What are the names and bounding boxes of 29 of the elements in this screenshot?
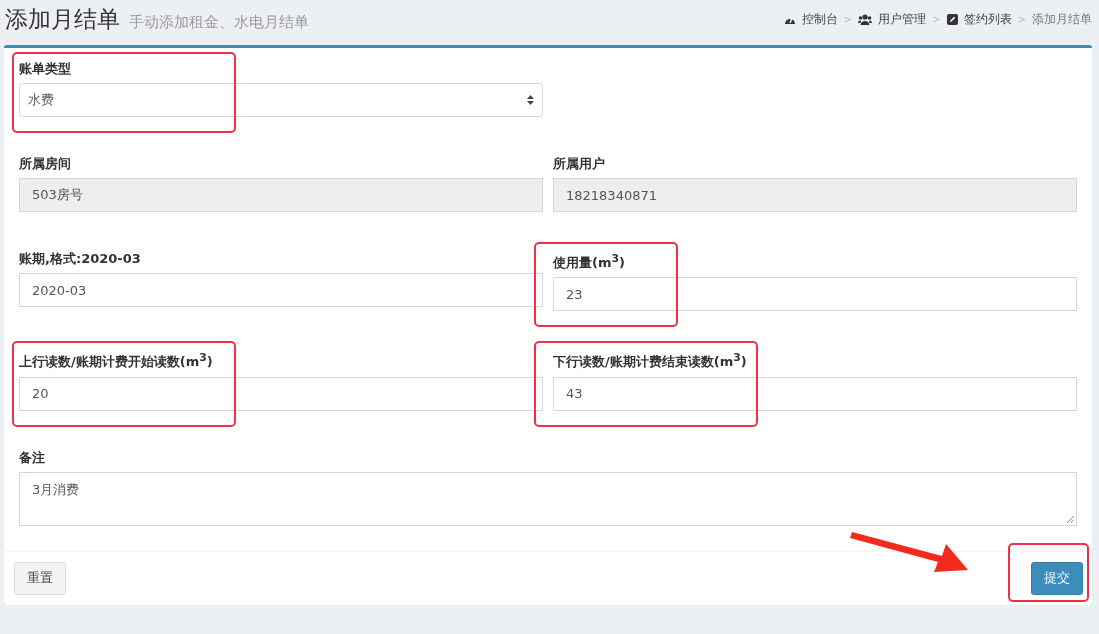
- resize-grip-icon: [1067, 515, 1074, 523]
- field-label: 所属房间: [19, 155, 72, 172]
- users-icon: [858, 13, 873, 25]
- breadcrumb-separator: >: [932, 13, 941, 25]
- input-field[interactable]: 23: [553, 277, 1077, 312]
- select-arrows-icon: [527, 95, 534, 105]
- textarea-field[interactable]: 3月消费: [19, 471, 1077, 526]
- breadcrumb-separator: >: [1017, 13, 1026, 25]
- page-title: 添加月结单: [5, 5, 120, 34]
- field-label: 下行读数/账期计费结束读数(m$^{3}$): [553, 350, 748, 371]
- select-field[interactable]: 水费: [19, 83, 543, 117]
- submit-button[interactable]: 提交: [1031, 561, 1083, 595]
- page-subtitle: 手动添加租金、水电月结单: [129, 13, 309, 32]
- breadcrumb-link[interactable]: 签约列表: [963, 10, 1012, 28]
- input-field[interactable]: 2020-03: [19, 273, 543, 307]
- field-label: 上行读数/账期计费开始读数(m$^{3}$): [19, 350, 214, 371]
- field-label: 备注: [19, 448, 46, 466]
- field-label: 使用量(m$^{3}$): [553, 251, 626, 272]
- breadcrumb-link[interactable]: 控制台: [801, 10, 838, 28]
- field-label: 所属用户: [553, 155, 606, 172]
- edit-icon: [946, 13, 958, 25]
- breadcrumb-link[interactable]: 用户管理: [878, 10, 927, 28]
- field-label: 账期,格式:2020-03: [19, 250, 142, 267]
- input-field[interactable]: 20: [19, 376, 543, 411]
- reset-button[interactable]: 重置: [14, 561, 66, 595]
- field-label: 账单类型: [19, 60, 72, 77]
- breadcrumb-separator: >: [843, 13, 853, 25]
- breadcrumb-current: 添加月结单: [1032, 10, 1092, 28]
- input-field[interactable]: 43: [553, 376, 1077, 411]
